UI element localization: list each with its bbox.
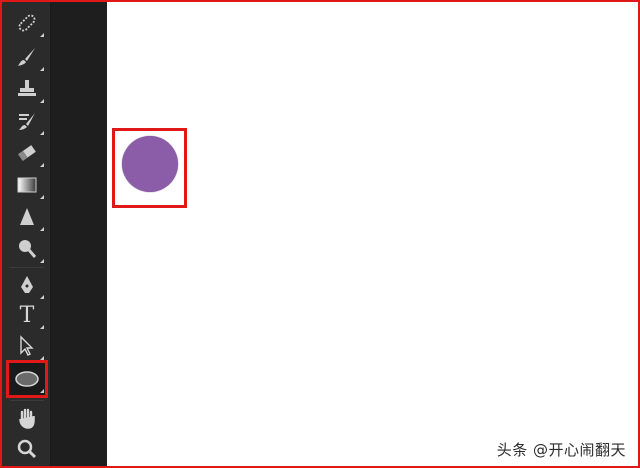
history-brush-icon bbox=[19, 113, 35, 130]
arrow-icon bbox=[20, 335, 34, 356]
ellipse-tool[interactable] bbox=[6, 360, 48, 398]
eraser-icon bbox=[18, 145, 36, 161]
gradient-icon bbox=[17, 177, 37, 193]
clone-stamp-tool[interactable] bbox=[8, 72, 46, 106]
document-canvas[interactable] bbox=[107, 2, 638, 466]
purple-circle-shape[interactable] bbox=[122, 136, 178, 192]
droplet-icon bbox=[20, 208, 34, 225]
panel-gutter bbox=[51, 2, 107, 466]
type-tool[interactable]: T bbox=[8, 298, 46, 332]
pen-tool[interactable] bbox=[8, 268, 46, 302]
watermark-text: 头条 @开心闹翻天 bbox=[496, 441, 626, 459]
gradient-tool[interactable] bbox=[8, 168, 46, 202]
history-brush-tool[interactable] bbox=[8, 104, 46, 138]
eraser-tool[interactable] bbox=[8, 136, 46, 170]
stamp-icon bbox=[18, 80, 36, 96]
type-icon: T bbox=[19, 302, 35, 328]
zoom-tool[interactable] bbox=[8, 432, 46, 466]
dodge-tool[interactable] bbox=[8, 232, 46, 266]
bandage-icon bbox=[18, 14, 36, 32]
hand-icon bbox=[19, 408, 35, 429]
brush-icon bbox=[18, 48, 35, 66]
ellipse-icon bbox=[15, 371, 39, 387]
pen-icon bbox=[21, 276, 33, 293]
tools-panel: T bbox=[2, 2, 51, 466]
hand-tool[interactable] bbox=[8, 402, 46, 436]
healing-brush-tool[interactable] bbox=[8, 6, 46, 40]
dodge-icon bbox=[19, 240, 37, 258]
blur-tool[interactable] bbox=[8, 200, 46, 234]
path-selection-tool[interactable] bbox=[8, 329, 46, 363]
magnifier-icon bbox=[17, 439, 37, 459]
brush-tool[interactable] bbox=[8, 40, 46, 74]
